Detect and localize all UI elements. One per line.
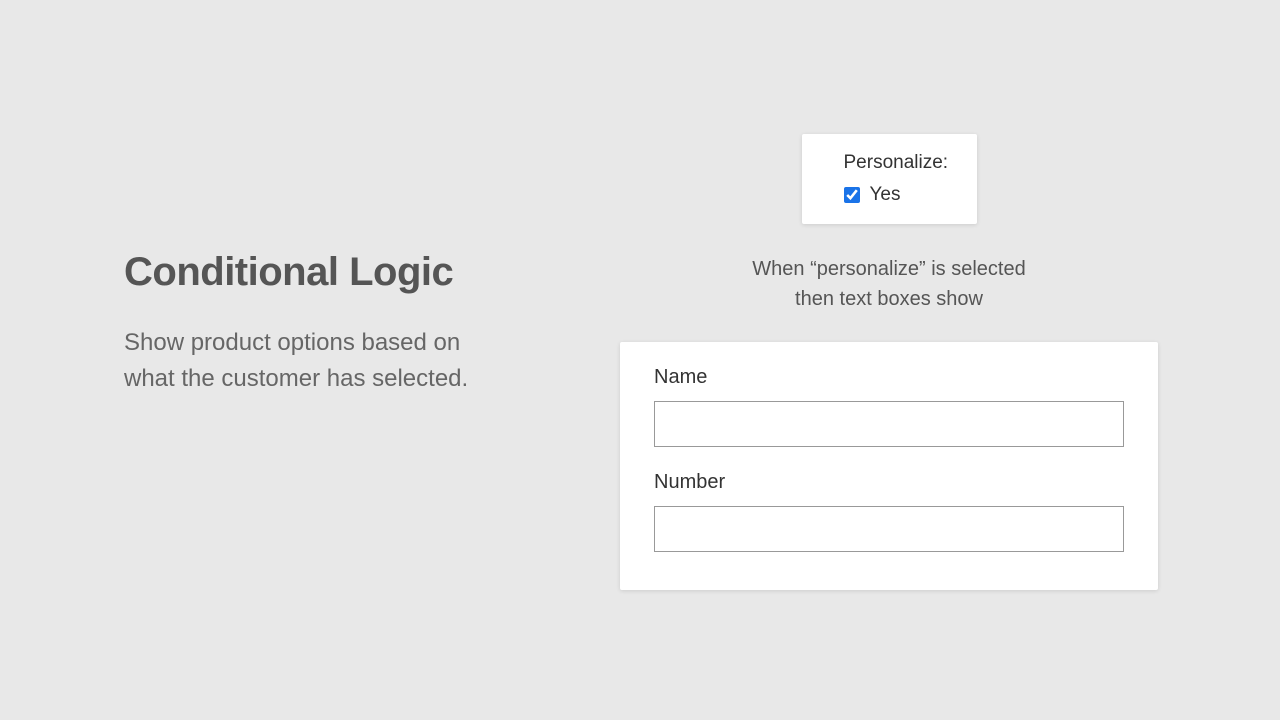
personalize-checkbox-label: Yes — [870, 184, 901, 206]
left-content: Conditional Logic Show product options b… — [124, 250, 504, 397]
personalize-checkbox[interactable] — [844, 187, 860, 203]
caption-text: When “personalize” is selected then text… — [620, 254, 1158, 314]
number-group: Number — [654, 471, 1124, 552]
caption-line1: When “personalize” is selected — [620, 254, 1158, 284]
caption-line2: then text boxes show — [620, 284, 1158, 314]
name-label: Name — [654, 366, 1124, 389]
number-input[interactable] — [654, 506, 1124, 552]
name-input[interactable] — [654, 401, 1124, 447]
personalize-card: Personalize: Yes — [802, 134, 977, 224]
right-content: Personalize: Yes When “personalize” is s… — [620, 134, 1158, 590]
page-subheading: Show product options based on what the c… — [124, 325, 504, 397]
personalize-label: Personalize: — [844, 152, 955, 174]
form-card: Name Number — [620, 342, 1158, 590]
page-heading: Conditional Logic — [124, 250, 504, 295]
personalize-checkbox-row: Yes — [844, 184, 955, 206]
name-group: Name — [654, 366, 1124, 447]
number-label: Number — [654, 471, 1124, 494]
